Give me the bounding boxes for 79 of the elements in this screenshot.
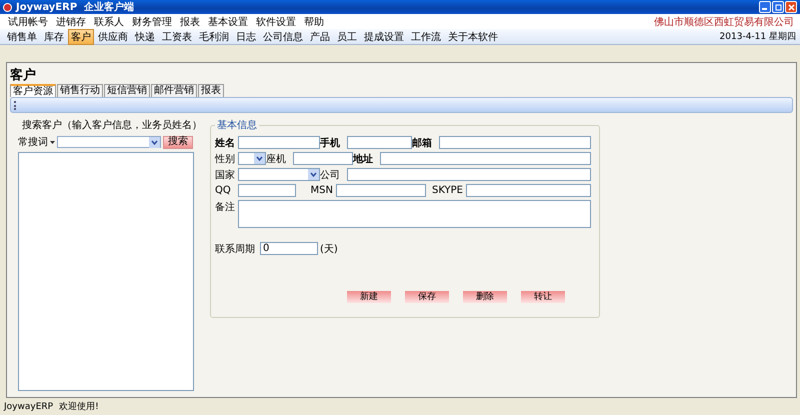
tab[interactable]: 销售行动 bbox=[57, 84, 103, 97]
text-field[interactable] bbox=[347, 136, 412, 149]
field-label: 邮箱 bbox=[412, 136, 433, 150]
field-label: MSN bbox=[310, 185, 334, 196]
menu-item[interactable]: 基本设置 bbox=[206, 14, 254, 28]
text-field[interactable] bbox=[336, 184, 426, 197]
toolbar-button[interactable]: 工资表 bbox=[159, 28, 195, 44]
field-label: 公司 bbox=[320, 168, 341, 182]
action-button[interactable]: 新建 bbox=[347, 291, 391, 303]
minimize-button[interactable] bbox=[759, 1, 771, 13]
text-field[interactable] bbox=[238, 136, 320, 149]
company-name: 佛山市顺德区西虹贸易有限公司 bbox=[654, 16, 794, 28]
close-icon bbox=[788, 4, 794, 10]
action-button[interactable]: 转让 bbox=[521, 291, 565, 303]
restore-button[interactable] bbox=[772, 1, 784, 13]
menu-item[interactable]: 试用帐号 bbox=[6, 14, 54, 28]
text-field[interactable] bbox=[380, 152, 591, 165]
text-field[interactable] bbox=[439, 136, 591, 149]
tab[interactable]: 报表 bbox=[198, 84, 224, 97]
menu-item[interactable]: 财务管理 bbox=[130, 14, 178, 28]
field-label: SKYPE bbox=[430, 185, 464, 196]
menu-item[interactable]: 联系人 bbox=[92, 14, 130, 28]
text-field[interactable] bbox=[347, 168, 591, 181]
action-button[interactable]: 删除 bbox=[463, 291, 507, 303]
field-label: 国家 bbox=[215, 168, 236, 182]
field-label: 备注 bbox=[215, 200, 236, 214]
field-label: 座机 bbox=[266, 152, 287, 166]
toolbar-button[interactable]: 毛利润 bbox=[196, 28, 232, 44]
toolbar-button[interactable]: 日志 bbox=[233, 28, 259, 44]
tab[interactable]: 短信营销 bbox=[104, 84, 150, 97]
action-button[interactable]: 保存 bbox=[405, 291, 449, 303]
group-title: 基本信息 bbox=[216, 118, 258, 132]
toolbar-button[interactable]: 员工 bbox=[334, 28, 360, 44]
toolbar-button[interactable]: 库存 bbox=[41, 28, 67, 44]
tab[interactable]: 邮件营销 bbox=[151, 84, 197, 97]
field-label: 地址 bbox=[353, 152, 374, 166]
text-field[interactable] bbox=[293, 152, 353, 165]
restore-icon bbox=[774, 4, 782, 10]
toolbar-button[interactable]: 工作流 bbox=[408, 28, 444, 44]
toolbar-button[interactable]: 产品 bbox=[307, 28, 333, 44]
toolbar-button[interactable]: 快递 bbox=[132, 28, 158, 44]
select-field[interactable] bbox=[238, 152, 266, 165]
field-label: QQ bbox=[215, 185, 232, 196]
field-label: 联系周期 bbox=[215, 242, 256, 256]
date-text: 2013-4-11 星期四 bbox=[720, 30, 796, 43]
field-label: 手机 bbox=[320, 136, 341, 150]
field-label: 性别 bbox=[215, 152, 236, 166]
period-field[interactable]: 0 bbox=[260, 242, 318, 255]
dropdown-icon[interactable] bbox=[308, 169, 319, 180]
status-message: 欢迎使用! bbox=[59, 400, 99, 413]
search-button[interactable]: 搜索 bbox=[163, 136, 193, 148]
app-icon bbox=[3, 2, 12, 12]
toolbar-button[interactable]: 客户 bbox=[68, 28, 94, 44]
select-field[interactable] bbox=[238, 168, 320, 181]
dropdown-icon[interactable] bbox=[149, 137, 160, 148]
menu-item[interactable]: 软件设置 bbox=[254, 14, 302, 28]
status-app-name: JoywayERP bbox=[4, 402, 54, 412]
remark-field[interactable] bbox=[238, 200, 591, 228]
menu-item[interactable]: 进销存 bbox=[54, 14, 92, 28]
search-field[interactable] bbox=[57, 136, 161, 148]
toolbar-button[interactable]: 关于本软件 bbox=[445, 28, 501, 44]
text-field[interactable] bbox=[238, 184, 296, 197]
toolbar-button[interactable]: 销售单 bbox=[4, 28, 40, 44]
window-title: JoywayERP 企业客户端 bbox=[16, 0, 134, 14]
menu-item[interactable]: 报表 bbox=[178, 14, 206, 28]
toolbar-button[interactable]: 提成设置 bbox=[361, 28, 407, 44]
unit-label: (天) bbox=[319, 242, 339, 256]
menu-item[interactable]: 帮助 bbox=[302, 14, 330, 28]
text-field[interactable] bbox=[466, 184, 591, 197]
field-label: 姓名 bbox=[215, 136, 236, 150]
tab[interactable]: 客户资源 bbox=[10, 84, 56, 97]
close-button[interactable] bbox=[785, 1, 797, 13]
dropdown-icon[interactable] bbox=[254, 153, 265, 164]
keyword-menu[interactable]: 常搜词 bbox=[18, 135, 55, 149]
toolbar-button[interactable]: 公司信息 bbox=[260, 28, 306, 44]
toolbar-button[interactable]: 供应商 bbox=[95, 28, 131, 44]
page-title: 客户 bbox=[10, 66, 37, 84]
caret-icon bbox=[50, 140, 55, 144]
search-label: 搜索客户（输入客户信息，业务员姓名） bbox=[21, 118, 203, 132]
